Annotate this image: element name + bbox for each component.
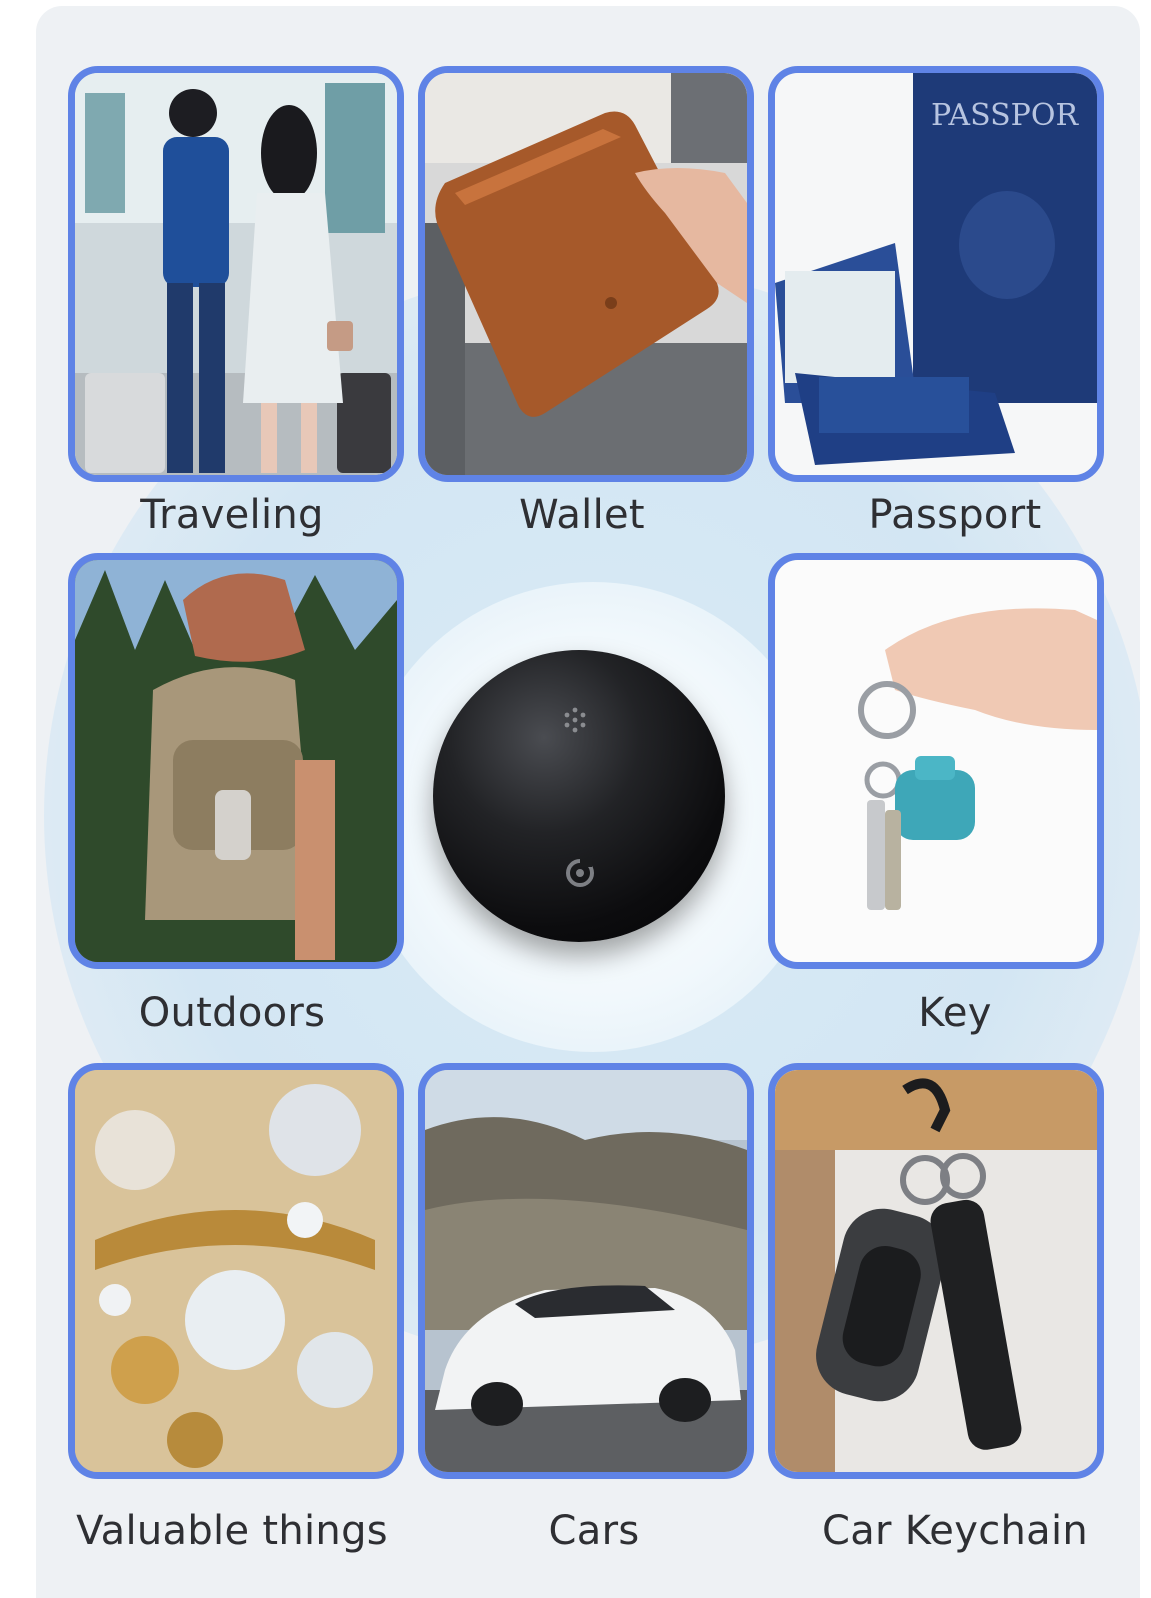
label-key: Key [918, 990, 992, 1036]
wallet-photo [418, 66, 754, 482]
outdoors-photo [68, 553, 404, 969]
label-wallet: Wallet [519, 492, 645, 538]
traveling-photo [68, 66, 404, 482]
label-car-keychain: Car Keychain [821, 1508, 1089, 1554]
label-cars: Cars [548, 1508, 640, 1554]
label-valuable-things: Valuable things [76, 1508, 388, 1554]
label-outdoors: Outdoors [138, 990, 326, 1036]
label-traveling: Traveling [140, 492, 324, 538]
passport-cover-text: PASSPOR [931, 98, 1079, 133]
key-photo [768, 553, 1104, 969]
logo-icon [566, 859, 594, 887]
car-keychain-photo [768, 1063, 1104, 1479]
tracker-device [433, 650, 725, 942]
cars-photo [418, 1063, 754, 1479]
speaker-holes-icon [564, 707, 586, 733]
label-passport: Passport [868, 492, 1042, 538]
passport-photo: PASSPOR [768, 66, 1104, 482]
valuable-things-photo [68, 1063, 404, 1479]
